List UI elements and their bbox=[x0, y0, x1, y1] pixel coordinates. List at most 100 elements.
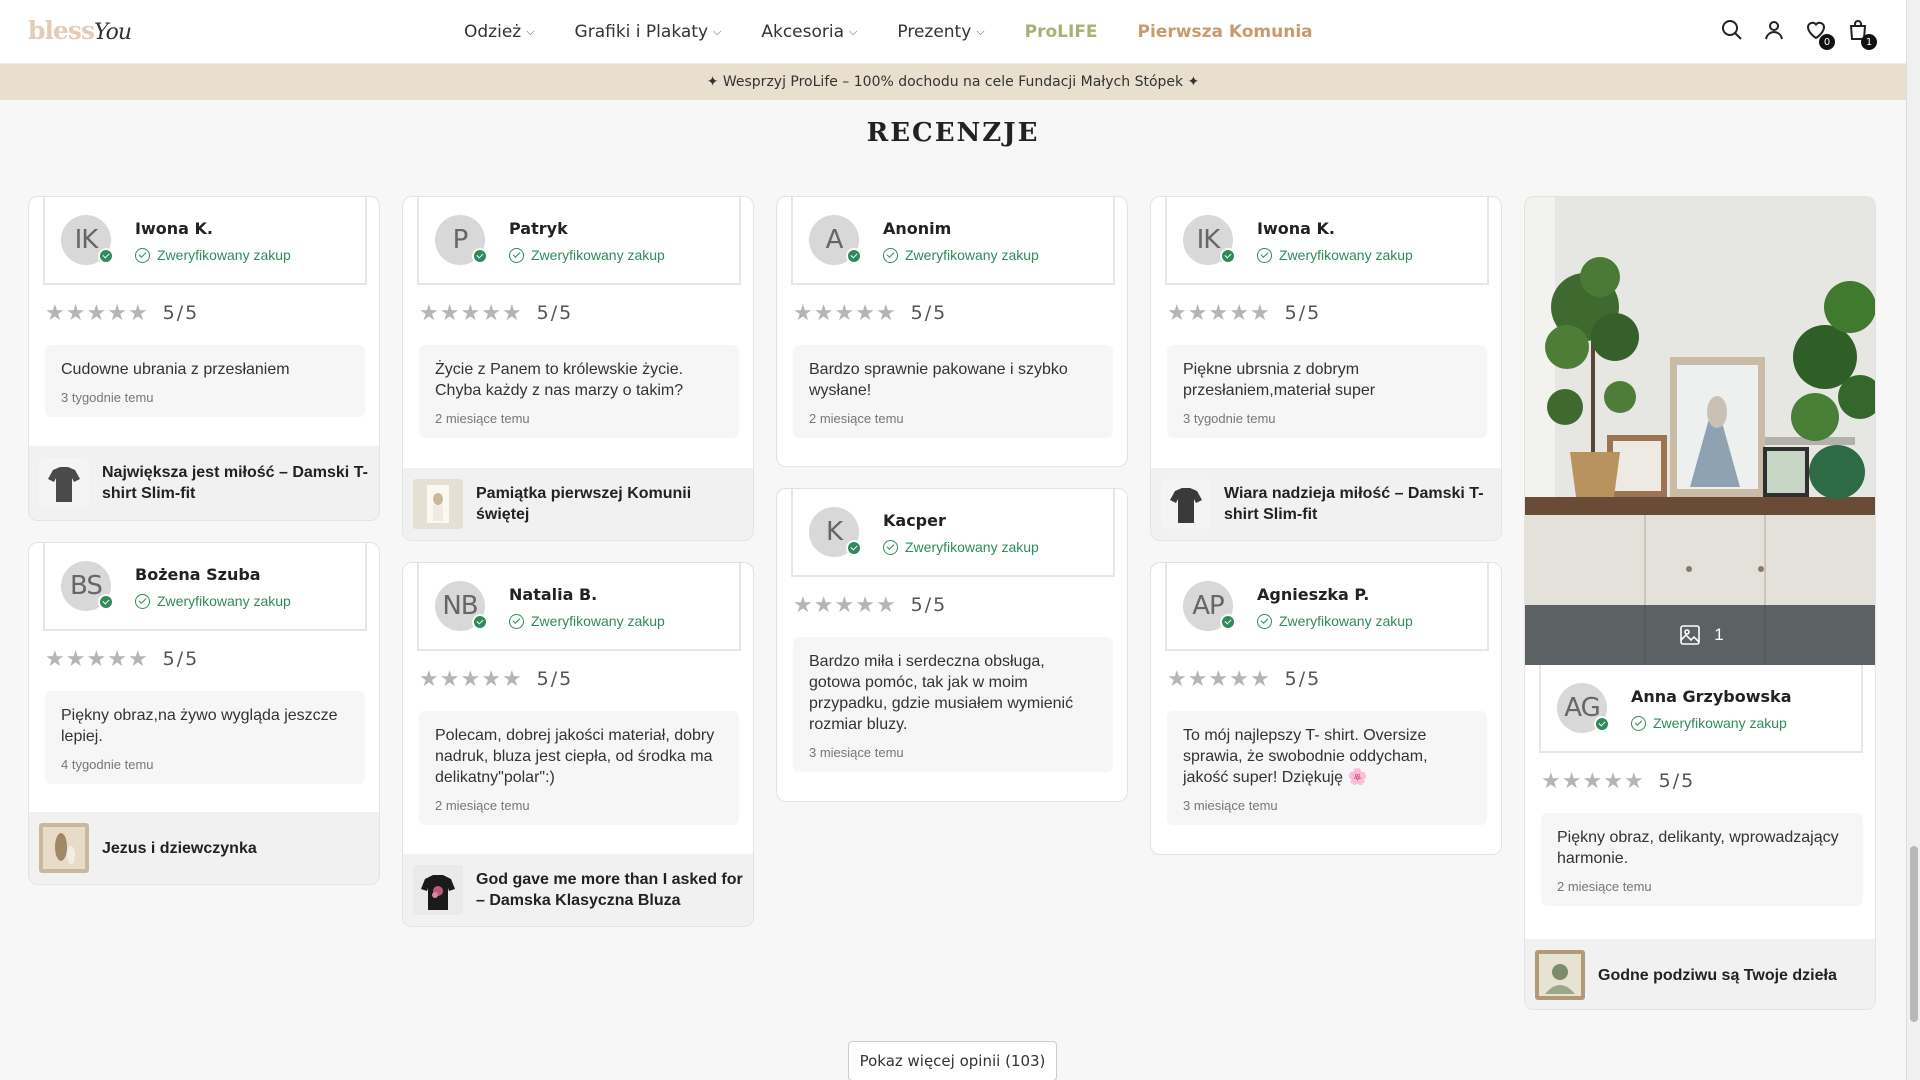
site-logo[interactable]: blessYou bbox=[28, 16, 132, 45]
page-scrollbar[interactable] bbox=[1906, 0, 1920, 1080]
review-date: 2 miesiące temu bbox=[809, 411, 904, 426]
check-circle-icon bbox=[1631, 715, 1646, 731]
review-author: P Patryk Zweryfikowany zakup bbox=[417, 197, 741, 285]
rating-value: 5/5 bbox=[910, 302, 948, 324]
avatar-initials: NB bbox=[442, 591, 478, 621]
star-icon: ★ bbox=[127, 300, 148, 325]
product-thumbnail bbox=[1161, 479, 1211, 529]
verified-purchase: Zweryfikowany zakup bbox=[883, 539, 1039, 555]
verified-check-icon bbox=[98, 594, 114, 610]
star-icon: ★ bbox=[107, 300, 127, 325]
review-product[interactable]: God gave me more than I asked for – Dams… bbox=[403, 854, 753, 926]
star-icon: ★ bbox=[793, 300, 813, 325]
user-icon[interactable] bbox=[1762, 18, 1786, 44]
star-icon: ★ bbox=[419, 666, 439, 691]
nav-akcesoria[interactable]: Akcesoria ⌵ bbox=[761, 22, 857, 42]
review-product[interactable]: Największa jest miłość – Damski T-shirt … bbox=[29, 446, 379, 520]
star-rating: ★ ★ ★ ★ ★ 5/5 bbox=[419, 666, 573, 691]
star-icon: ★ bbox=[1229, 666, 1249, 691]
show-more-reviews-button[interactable]: Pokaz więcej opinii (103) bbox=[848, 1041, 1057, 1080]
cart-icon[interactable]: 1 bbox=[1846, 18, 1877, 50]
product-thumbnail bbox=[39, 458, 89, 508]
review-card: IK Iwona K. Zweryfikowany zakup ★ ★ ★ ★ ★ 5/5… bbox=[28, 196, 380, 521]
product-title: Pamiątka pierwszej Komunii świętej bbox=[476, 485, 692, 523]
wishlist-count-badge: 0 bbox=[1819, 34, 1835, 50]
review-body: Bardzo miła i serdeczna obsługa, gotowa … bbox=[793, 637, 1113, 772]
verified-purchase: Zweryfikowany zakup bbox=[1631, 715, 1787, 731]
avatar: K bbox=[809, 507, 862, 557]
star-icon: ★ bbox=[875, 300, 896, 325]
star-icon: ★ bbox=[460, 300, 481, 325]
review-author: K Kacper Zweryfikowany zakup bbox=[791, 489, 1115, 577]
star-icon: ★ bbox=[107, 646, 127, 671]
star-rating: ★ ★ ★ ★ ★ 5/5 bbox=[45, 646, 200, 671]
review-text: Piękny obraz,na żywo wygląda jeszcze lep… bbox=[61, 707, 338, 745]
verified-check-icon bbox=[472, 248, 488, 264]
star-icon: ★ bbox=[813, 300, 834, 325]
star-icon: ★ bbox=[127, 646, 148, 671]
star-icon: ★ bbox=[1208, 300, 1229, 325]
reviewer-name: Patryk bbox=[509, 219, 568, 238]
nav-pierwsza-komunia[interactable]: Pierwsza Komunia bbox=[1138, 22, 1313, 42]
star-icon: ★ bbox=[855, 300, 875, 325]
review-author: AG Anna Grzybowska Zweryfikowany zakup bbox=[1539, 665, 1863, 753]
scrollbar-thumb[interactable] bbox=[1910, 846, 1918, 1022]
product-title: Godne podziwu są Twoje dzieła bbox=[1598, 966, 1837, 984]
review-product[interactable]: Pamiątka pierwszej Komunii świętej bbox=[403, 468, 753, 540]
verified-check-icon bbox=[846, 540, 862, 556]
review-card: AP Agnieszka P. Zweryfikowany zakup ★ ★ ★ ★… bbox=[1150, 562, 1502, 855]
star-icon: ★ bbox=[481, 666, 501, 691]
nav-label: Pierwsza Komunia bbox=[1137, 22, 1313, 42]
nav-grafiki[interactable]: Grafiki i Plakaty ⌵ bbox=[575, 22, 722, 42]
verified-label: Zweryfikowany zakup bbox=[531, 247, 665, 263]
star-icon: ★ bbox=[875, 592, 896, 617]
check-circle-icon bbox=[883, 247, 898, 263]
search-icon[interactable] bbox=[1720, 18, 1744, 44]
wishlist-icon[interactable]: 0 bbox=[1804, 18, 1835, 50]
nav-prolife[interactable]: ProLIFE bbox=[1025, 22, 1098, 42]
review-date: 3 miesiące temu bbox=[809, 745, 904, 760]
rating-value: 5/5 bbox=[910, 594, 948, 616]
check-circle-icon bbox=[135, 247, 150, 263]
star-rating: ★ ★ ★ ★ ★ 5/5 bbox=[1167, 666, 1321, 691]
review-body: Życie z Panem to królewskie życie. Chyba… bbox=[419, 345, 739, 438]
review-text: Bardzo sprawnie pakowane i szybko wysłan… bbox=[809, 361, 1068, 399]
reviewer-name: Natalia B. bbox=[509, 585, 598, 604]
product-thumbnail bbox=[1535, 950, 1585, 1000]
check-circle-icon bbox=[509, 247, 524, 263]
star-icon: ★ bbox=[501, 666, 522, 691]
product-thumbnail bbox=[39, 823, 89, 873]
verified-purchase: Zweryfikowany zakup bbox=[135, 593, 291, 609]
review-product[interactable]: Jezus i dziewczynka bbox=[29, 812, 379, 884]
star-rating: ★ ★ ★ ★ ★ 5/5 bbox=[45, 300, 199, 325]
review-text: To mój najlepszy T- shirt. Oversize spra… bbox=[1183, 727, 1428, 786]
review-author: IK Iwona K. Zweryfikowany zakup bbox=[1165, 197, 1489, 285]
verified-purchase: Zweryfikowany zakup bbox=[1257, 613, 1413, 629]
rating-value: 5/5 bbox=[162, 648, 200, 670]
nav-label: Prezenty bbox=[897, 22, 972, 42]
review-product[interactable]: Wiara nadzieja miłość – Damski T-shirt S… bbox=[1151, 468, 1501, 540]
verified-label: Zweryfikowany zakup bbox=[905, 539, 1039, 555]
verified-purchase: Zweryfikowany zakup bbox=[509, 613, 665, 629]
star-icon: ★ bbox=[1167, 300, 1187, 325]
review-content: AG Anna Grzybowska Zweryfikowany zakup ★… bbox=[1525, 665, 1875, 1009]
logo-text-you: You bbox=[94, 20, 132, 45]
promo-banner[interactable]: ✦ Wesprzyj ProLife – 100% dochodu na cel… bbox=[0, 64, 1906, 100]
review-product[interactable]: Godne podziwu są Twoje dzieła bbox=[1525, 939, 1875, 1009]
main-nav: Odzież ⌵ Grafiki i Plakaty ⌵ Akcesoria ⌵ Pr… bbox=[464, 0, 1353, 64]
nav-odziez[interactable]: Odzież ⌵ bbox=[464, 22, 535, 42]
reviewer-name: Iwona K. bbox=[135, 219, 213, 238]
check-circle-icon bbox=[883, 539, 898, 555]
review-date: 3 tygodnie temu bbox=[61, 390, 154, 405]
review-photo[interactable]: 1 bbox=[1525, 197, 1875, 665]
star-icon: ★ bbox=[1623, 768, 1644, 793]
product-title: Jezus i dziewczynka bbox=[102, 839, 257, 857]
photo-count-bar[interactable]: 1 bbox=[1525, 605, 1875, 665]
nav-label: Akcesoria bbox=[761, 22, 845, 42]
chevron-down-icon: ⌵ bbox=[713, 25, 722, 38]
verified-check-icon bbox=[846, 248, 862, 264]
avatar: P bbox=[435, 215, 488, 265]
star-icon: ★ bbox=[65, 300, 86, 325]
nav-prezenty[interactable]: Prezenty ⌵ bbox=[897, 22, 984, 42]
image-icon bbox=[1680, 625, 1701, 645]
